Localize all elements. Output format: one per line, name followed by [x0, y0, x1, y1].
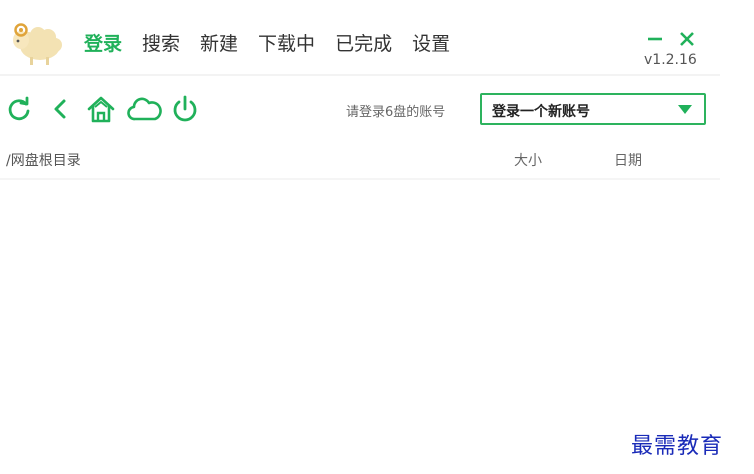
sheep-logo-icon — [13, 23, 62, 65]
power-icon[interactable] — [170, 94, 200, 124]
account-select-value: 登录一个新账号 — [492, 104, 590, 120]
account-select[interactable]: 登录一个新账号 — [480, 93, 706, 125]
tab-completed[interactable]: 已完成 — [335, 30, 392, 58]
breadcrumb: /网盘根目录 — [6, 153, 81, 169]
title-bar: 登录 搜索 新建 下载中 已完成 设置 v1.2.16 — [0, 0, 720, 76]
column-header-date[interactable]: 日期 — [614, 150, 642, 170]
toolbar: 请登录6盘的账号 登录一个新账号 — [0, 90, 720, 130]
tab-search[interactable]: 搜索 — [142, 30, 180, 58]
app-window: 登录 搜索 新建 下载中 已完成 设置 v1.2.16 请登录6盘的账号 登录一… — [0, 0, 720, 474]
close-icon[interactable] — [676, 28, 698, 50]
tab-settings[interactable]: 设置 — [412, 30, 450, 58]
minimize-icon[interactable] — [644, 28, 666, 50]
column-header-size[interactable]: 大小 — [514, 150, 542, 170]
watermark: 最需教育 — [631, 434, 724, 459]
back-icon[interactable] — [46, 94, 76, 124]
account-hint: 请登录6盘的账号 — [346, 105, 446, 120]
file-list — [0, 180, 720, 440]
tab-new[interactable]: 新建 — [200, 30, 238, 58]
main-nav: 登录 搜索 新建 下载中 已完成 设置 — [84, 30, 470, 58]
version-label: v1.2.16 — [644, 52, 697, 68]
home-icon[interactable] — [86, 94, 116, 124]
file-list-header: /网盘根目录 大小 日期 — [0, 142, 720, 180]
cloud-icon[interactable] — [126, 94, 162, 124]
tab-login[interactable]: 登录 — [84, 30, 122, 58]
caret-down-icon — [678, 105, 692, 114]
refresh-icon[interactable] — [4, 94, 34, 124]
tab-downloading[interactable]: 下载中 — [258, 30, 315, 58]
window-controls — [644, 28, 704, 50]
